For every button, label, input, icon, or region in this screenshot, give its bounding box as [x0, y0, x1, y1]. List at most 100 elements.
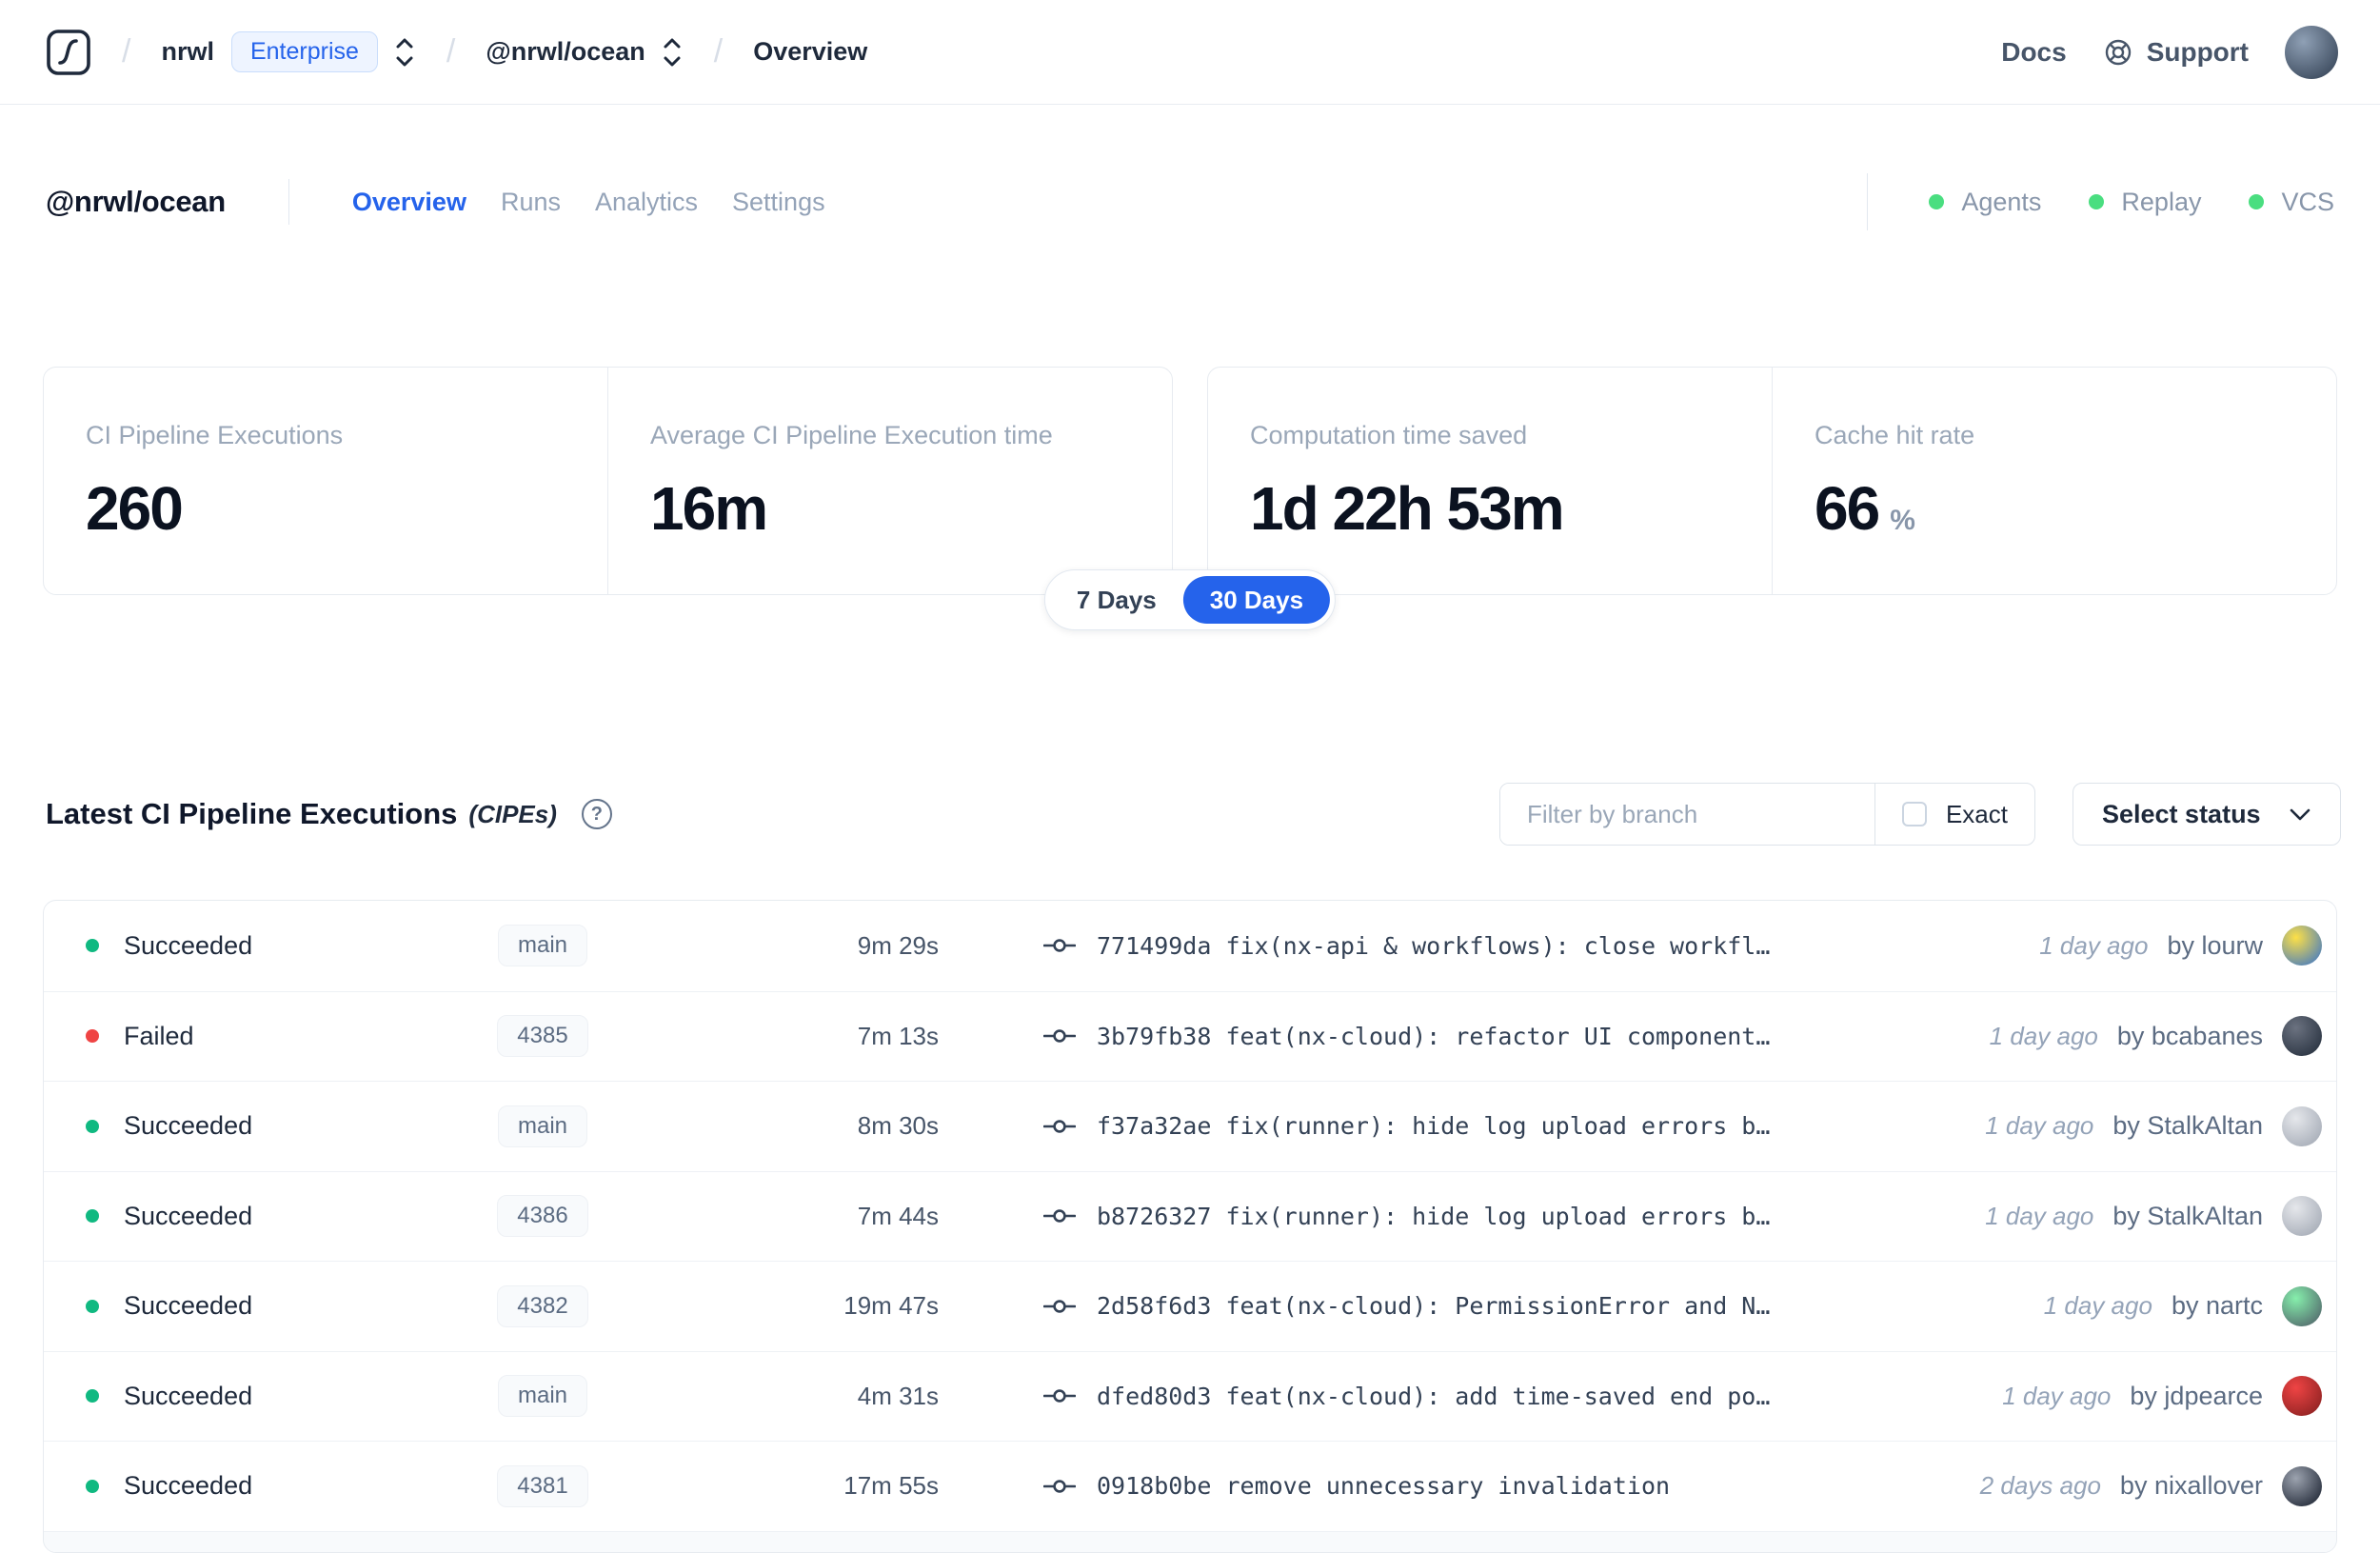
workspace-switcher-chevrons-icon[interactable]	[661, 35, 684, 70]
help-icon[interactable]: ?	[581, 799, 612, 829]
git-commit-icon	[1043, 934, 1076, 957]
indicator-agents[interactable]: Agents	[1929, 188, 2041, 217]
commit-cell: 771499da fix(nx-api & workflows): close …	[939, 932, 2011, 960]
commit-cell: dfed80d3 feat(nx-cloud): add time-saved …	[939, 1383, 1973, 1410]
cipe-row[interactable]: Succeeded main 9m 29s 771499da fix(nx-ap…	[44, 901, 2336, 991]
duration-value: 8m 30s	[857, 1111, 939, 1141]
meta-cell: 1 day ago by lourw	[2011, 926, 2322, 966]
exact-checkbox[interactable]	[1901, 802, 1927, 826]
time-ago: 2 days ago	[1979, 1471, 2101, 1501]
commit-text[interactable]: b8726327 fix(runner): hide log upload er…	[1097, 1203, 1770, 1230]
status-cell: Succeeded	[86, 931, 486, 961]
indicator-replay[interactable]: Replay	[2089, 188, 2201, 217]
status-dot	[86, 1479, 99, 1493]
commit-cell: b8726327 fix(runner): hide log upload er…	[939, 1203, 1956, 1230]
author-avatar[interactable]	[2282, 1465, 2322, 1506]
branch-chip[interactable]: 4386	[497, 1195, 588, 1238]
range-30-days-button[interactable]: 30 Days	[1182, 576, 1331, 624]
commit-text[interactable]: dfed80d3 feat(nx-cloud): add time-saved …	[1097, 1383, 1770, 1410]
nx-cloud-logo-icon[interactable]	[46, 29, 91, 76]
status-cell: Succeeded	[86, 1382, 486, 1411]
tab-settings[interactable]: Settings	[732, 188, 825, 217]
branch-chip[interactable]: 4385	[497, 1015, 588, 1058]
branch-cell: 4385	[486, 1015, 600, 1058]
support-link[interactable]: Support	[2103, 37, 2249, 68]
author-avatar[interactable]	[2282, 926, 2322, 966]
cipe-row[interactable]: Succeeded 4386 7m 44s b8726327 fix(runne…	[44, 1170, 2336, 1262]
divider	[288, 179, 289, 225]
green-dot-icon	[1929, 194, 1945, 209]
commit-text[interactable]: 3b79fb38 feat(nx-cloud): refactor UI com…	[1097, 1023, 1770, 1050]
status-cell: Succeeded	[86, 1471, 486, 1501]
breadcrumb-workspace[interactable]: @nrwl/ocean	[486, 37, 645, 67]
cipe-row[interactable]: Failed 4385 7m 13s 3b79fb38 feat(nx-clou…	[44, 990, 2336, 1082]
breadcrumb-page: Overview	[753, 37, 868, 66]
commit-text[interactable]: 771499da fix(nx-api & workflows): close …	[1097, 932, 1770, 960]
commit-text[interactable]: 2d58f6d3 feat(nx-cloud): PermissionError…	[1097, 1292, 1770, 1320]
git-commit-icon	[1043, 1475, 1076, 1498]
exact-toggle[interactable]: Exact	[1875, 784, 2034, 845]
status-select-dropdown[interactable]: Select status	[2073, 783, 2341, 846]
author: by jdpearce	[2130, 1381, 2263, 1410]
cipe-row[interactable]: Succeeded 4382 19m 47s 2d58f6d3 feat(nx-…	[44, 1261, 2336, 1351]
branch-chip[interactable]: main	[497, 1105, 588, 1147]
meta-cell: 1 day ago by jdpearce	[1973, 1376, 2322, 1417]
branch-filter-group: Exact	[1498, 783, 2035, 846]
duration-cell: 8m 30s	[600, 1111, 939, 1141]
status-label: Succeeded	[124, 1381, 253, 1410]
duration-cell: 4m 31s	[600, 1382, 939, 1411]
stat-value: 1d 22h 53m	[1250, 474, 1565, 543]
meta-cell: 1 day ago by bcabanes	[1961, 1016, 2322, 1057]
tab-runs[interactable]: Runs	[501, 188, 561, 217]
duration-value: 9m 29s	[857, 930, 939, 960]
branch-chip[interactable]: main	[497, 1375, 588, 1418]
commit-text[interactable]: f37a32ae fix(runner): hide log upload er…	[1097, 1112, 1770, 1140]
branch-chip[interactable]: main	[497, 925, 588, 967]
tab-analytics[interactable]: Analytics	[595, 188, 698, 217]
duration-value: 17m 55s	[843, 1471, 939, 1501]
time-ago: 1 day ago	[1985, 1111, 2094, 1141]
time-ago: 1 day ago	[1989, 1021, 2098, 1050]
branch-cell: 4381	[486, 1464, 600, 1507]
branch-cell: main	[486, 1375, 600, 1418]
author-avatar[interactable]	[2282, 1016, 2322, 1057]
git-commit-icon	[1043, 1025, 1076, 1047]
breadcrumb-org[interactable]: nrwl	[161, 37, 214, 67]
plan-badge: Enterprise	[230, 31, 378, 72]
duration-cell: 7m 13s	[600, 1022, 939, 1051]
commit-text[interactable]: 0918b0be remove unnecessary invalidation	[1097, 1472, 1670, 1500]
stat-average-execution-time: Average CI Pipeline Execution time 16m	[607, 368, 1172, 594]
duration-value: 19m 47s	[843, 1291, 939, 1321]
author-avatar[interactable]	[2282, 1196, 2322, 1237]
branch-filter-input[interactable]	[1499, 784, 1875, 845]
commit-cell: 3b79fb38 feat(nx-cloud): refactor UI com…	[939, 1023, 1961, 1050]
stats-row: CI Pipeline Executions 260 Average CI Pi…	[43, 367, 2337, 595]
tab-overview[interactable]: Overview	[352, 188, 466, 217]
cipe-row[interactable]: Succeeded 4381 17m 55s 0918b0be remove u…	[44, 1441, 2336, 1531]
branch-cell: main	[486, 925, 600, 967]
stat-cache-hit-rate: Cache hit rate 66 %	[1772, 368, 2336, 594]
duration-value: 4m 31s	[857, 1381, 939, 1410]
meta-cell: 1 day ago by nartc	[2015, 1285, 2322, 1326]
status-label: Failed	[124, 1021, 194, 1050]
branch-chip[interactable]: 4381	[497, 1464, 588, 1507]
author-avatar[interactable]	[2282, 1376, 2322, 1417]
org-switcher-chevrons-icon[interactable]	[393, 35, 416, 70]
duration-cell: 7m 44s	[600, 1202, 939, 1231]
cipe-row[interactable]: Succeeded main 8m 30s f37a32ae fix(runne…	[44, 1081, 2336, 1171]
author-avatar[interactable]	[2282, 1105, 2322, 1146]
status-select-label: Select status	[2102, 799, 2261, 828]
time-ago: 1 day ago	[2039, 930, 2149, 960]
indicator-vcs[interactable]: VCS	[2249, 188, 2334, 217]
stat-value: 260	[86, 474, 184, 543]
user-avatar[interactable]	[2285, 25, 2338, 79]
commit-cell: 2d58f6d3 feat(nx-cloud): PermissionError…	[939, 1292, 2015, 1320]
cipe-row[interactable]: Succeeded main 4m 31s dfed80d3 feat(nx-c…	[44, 1350, 2336, 1442]
author-avatar[interactable]	[2282, 1285, 2322, 1326]
branch-chip[interactable]: 4382	[497, 1284, 588, 1327]
page-title: @nrwl/ocean	[46, 185, 226, 218]
range-7-days-button[interactable]: 7 Days	[1050, 576, 1183, 624]
commit-cell: 0918b0be remove unnecessary invalidation	[939, 1472, 1952, 1500]
duration-value: 7m 44s	[857, 1201, 939, 1230]
docs-link[interactable]: Docs	[2001, 37, 2066, 68]
